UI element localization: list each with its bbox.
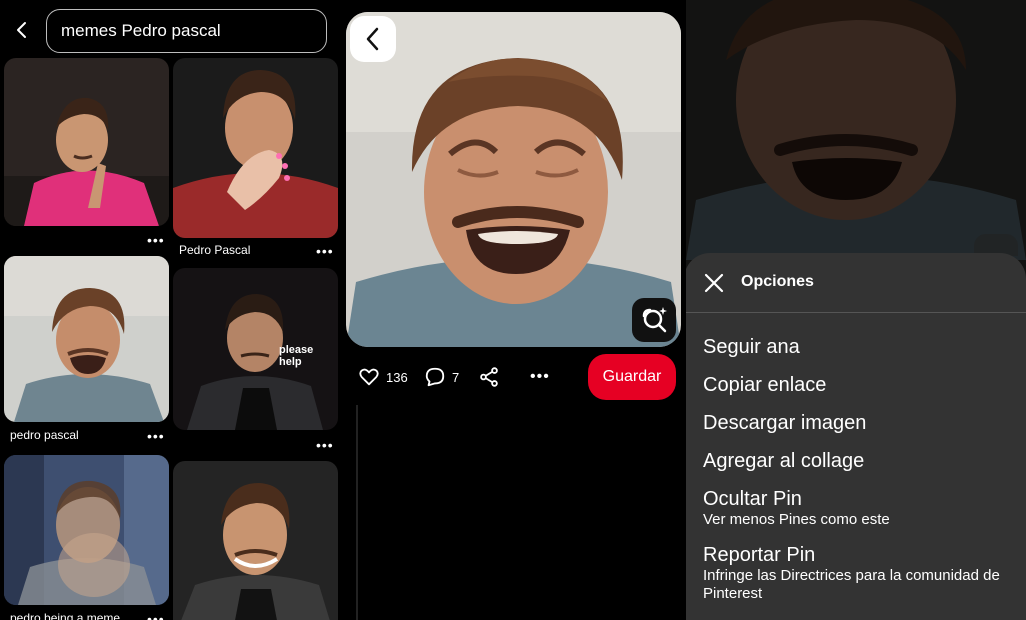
pin-action-bar: 136 7 ••• Guardar (342, 350, 686, 404)
pin-image (346, 12, 681, 347)
options-bottom-sheet: Opciones Seguir ana Copiar enlace Descar… (686, 253, 1026, 620)
option-follow[interactable]: Seguir ana (703, 336, 800, 359)
search-results-panel: memes Pedro pascal ••• pedro pascal ••• (0, 0, 342, 620)
search-top-bar: memes Pedro pascal (0, 0, 342, 56)
pin-detail-panel: 136 7 ••• Guardar (342, 0, 686, 620)
pin-more-options-button[interactable]: ••• (530, 368, 550, 386)
pin-image (4, 58, 169, 226)
option-report-pin-subtitle: Infringe las Directrices para la comunid… (703, 567, 1000, 602)
pin-image (4, 256, 169, 422)
pin-image (4, 455, 169, 605)
result-pin-5[interactable] (4, 455, 169, 605)
pin-title: pedro pascal (10, 428, 79, 442)
divider (356, 405, 358, 620)
visual-search-icon[interactable] (632, 298, 676, 342)
result-pin-3[interactable] (4, 256, 169, 422)
pin-title: Pedro Pascal (179, 243, 251, 257)
share-icon[interactable] (478, 366, 500, 388)
sheet-title: Opciones (741, 273, 814, 290)
pin-image (173, 461, 338, 620)
pin-more-button[interactable]: ••• (147, 232, 165, 248)
result-pin-4[interactable]: please help (173, 268, 338, 430)
option-hide-pin[interactable]: Ocultar Pin (703, 488, 802, 511)
result-pin-1[interactable] (4, 58, 169, 226)
pin-more-button[interactable]: ••• (316, 243, 334, 259)
comment-count: 7 (452, 370, 460, 385)
pin-image (173, 58, 338, 238)
pin-overlay-text: please help (279, 344, 314, 368)
pin-more-button[interactable]: ••• (147, 611, 165, 620)
pin-main-image[interactable] (346, 12, 681, 347)
options-panel: Opciones Seguir ana Copiar enlace Descar… (686, 0, 1026, 620)
option-hide-pin-subtitle: Ver menos Pines como este (703, 511, 890, 528)
option-add-to-collage[interactable]: Agregar al collage (703, 450, 864, 473)
chevron-left-icon[interactable] (350, 16, 396, 62)
save-button[interactable]: Guardar (588, 354, 676, 400)
heart-icon[interactable] (358, 366, 380, 388)
divider (686, 312, 1026, 313)
search-input[interactable]: memes Pedro pascal (46, 9, 327, 53)
pin-detail-lower-area (356, 405, 686, 620)
close-icon[interactable] (702, 271, 726, 295)
option-download-image[interactable]: Descargar imagen (703, 412, 866, 435)
pin-more-button[interactable]: ••• (316, 437, 334, 453)
result-pin-2[interactable] (173, 58, 338, 238)
result-pin-6[interactable] (173, 461, 338, 620)
pin-more-button[interactable]: ••• (147, 428, 165, 444)
chevron-left-icon[interactable] (10, 18, 34, 42)
pin-title: pedro being a meme (10, 611, 121, 620)
option-copy-link[interactable]: Copiar enlace (703, 374, 826, 397)
option-report-pin[interactable]: Reportar Pin (703, 544, 815, 567)
comment-icon[interactable] (424, 366, 446, 388)
like-count: 136 (386, 370, 408, 385)
